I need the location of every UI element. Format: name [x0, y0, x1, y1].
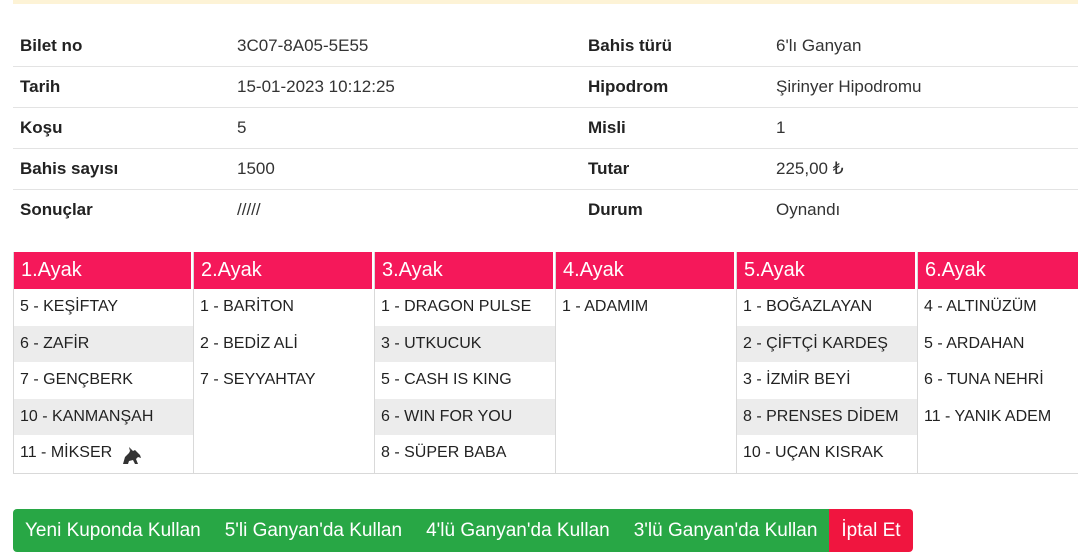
- leg-item: 6 - WIN FOR YOU: [375, 398, 555, 436]
- leg-item: 1 - BARİTON: [200, 298, 294, 315]
- leg-item: 5 - CASH IS KING: [381, 371, 512, 389]
- leg-item: 3 - UTKUCUK: [375, 325, 555, 363]
- leg-item: 8 - SÜPER BABA: [381, 444, 507, 462]
- info-row-ticket-no: Bilet no 3C07-8A05-5E55 Bahis türü 6'lı …: [13, 26, 1078, 67]
- hippodrome-label: Hipodrom: [588, 77, 669, 96]
- ticket-no-label: Bilet no: [20, 36, 83, 55]
- bet-count-label: Bahis sayısı: [20, 159, 119, 178]
- ticket-info-table: Bilet no 3C07-8A05-5E55 Bahis türü 6'lı …: [13, 26, 1078, 230]
- leg-item: 5 - ARDAHAN: [924, 334, 1025, 352]
- leg-item: 7 - SEYYAHTAY: [200, 371, 316, 389]
- info-row-results: Sonuçlar ///// Durum Oynandı: [13, 190, 1078, 230]
- race-value: 5: [237, 118, 247, 137]
- leg-item: 1 - DRAGON PULSE: [381, 298, 532, 315]
- notice-bar: [13, 0, 1078, 4]
- leg-item: 6 - ZAFİR: [14, 325, 193, 363]
- bet-type-label: Bahis türü: [588, 36, 673, 55]
- date-value: 15-01-2023 10:12:25: [237, 77, 395, 96]
- leg-4: 4.Ayak 1 - ADAMIM: [556, 252, 737, 474]
- leg-item: 6 - TUNA NEHRİ: [924, 371, 1044, 389]
- legs-grid: 1.Ayak 5 - KEŞİFTAY 6 - ZAFİR 7 - GENÇBE…: [13, 252, 1078, 474]
- race-label: Koşu: [20, 118, 63, 137]
- leg-item-label: 11 - MİKSER: [20, 444, 113, 462]
- bet-type-value: 6'lı Ganyan: [776, 36, 862, 55]
- amount-label: Tutar: [588, 159, 630, 178]
- leg-item: 10 - UÇAN KISRAK: [743, 444, 884, 462]
- results-value: /////: [237, 200, 261, 219]
- multiplier-label: Misli: [588, 118, 626, 137]
- leg-5: 5.Ayak 1 - BOĞAZLAYAN 2 - ÇİFTÇİ KARDEŞ …: [737, 252, 918, 474]
- horse-icon: [120, 444, 144, 464]
- leg-4-title: 4.Ayak: [556, 252, 736, 289]
- leg-1: 1.Ayak 5 - KEŞİFTAY 6 - ZAFİR 7 - GENÇBE…: [13, 252, 194, 474]
- leg-item: 5 - KEŞİFTAY: [20, 298, 119, 315]
- leg-item: 2 - BEDİZ ALİ: [200, 334, 298, 352]
- use-in-4lu-ganyan-button[interactable]: 4'lü Ganyan'da Kullan: [414, 509, 622, 552]
- results-label: Sonuçlar: [20, 200, 93, 219]
- info-row-bet-count: Bahis sayısı 1500 Tutar 225,00 ₺: [13, 149, 1078, 190]
- leg-1-title: 1.Ayak: [14, 252, 193, 289]
- ticket-no-value: 3C07-8A05-5E55: [237, 36, 369, 55]
- bet-count-value: 1500: [237, 159, 275, 178]
- cancel-button[interactable]: İptal Et: [829, 509, 913, 552]
- hippodrome-value: Şirinyer Hipodromu: [776, 77, 922, 96]
- date-label: Tarih: [20, 77, 61, 96]
- leg-item: 8 - PRENSES DİDEM: [737, 398, 917, 436]
- leg-3-title: 3.Ayak: [375, 252, 555, 289]
- leg-item-with-icon: 11 - MİKSER: [14, 435, 193, 472]
- status-value: Oynandı: [776, 200, 841, 219]
- action-buttons: Yeni Kuponda Kullan 5'li Ganyan'da Kulla…: [13, 509, 913, 552]
- leg-item: 11 - YANIK ADEM: [924, 407, 1052, 425]
- leg-item: 3 - İZMİR BEYİ: [743, 371, 851, 389]
- leg-5-title: 5.Ayak: [737, 252, 917, 289]
- info-row-date: Tarih 15-01-2023 10:12:25 Hipodrom Şirin…: [13, 67, 1078, 108]
- amount-value: 225,00 ₺: [776, 159, 844, 178]
- leg-item: 7 - GENÇBERK: [20, 371, 133, 389]
- multiplier-value: 1: [776, 118, 786, 137]
- leg-item: 4 - ALTINÜZÜM: [924, 298, 1037, 315]
- status-label: Durum: [588, 200, 643, 219]
- use-in-3lu-ganyan-button[interactable]: 3'lü Ganyan'da Kullan: [621, 509, 830, 552]
- use-in-5li-ganyan-button[interactable]: 5'li Ganyan'da Kullan: [212, 509, 415, 552]
- leg-item: 2 - ÇİFTÇİ KARDEŞ: [737, 325, 917, 363]
- leg-6-title: 6.Ayak: [918, 252, 1078, 289]
- leg-2-title: 2.Ayak: [194, 252, 374, 289]
- leg-6: 6.Ayak 4 - ALTINÜZÜM 5 - ARDAHAN 6 - TUN…: [918, 252, 1078, 474]
- leg-item: 1 - ADAMIM: [562, 298, 649, 315]
- use-in-new-coupon-button[interactable]: Yeni Kuponda Kullan: [13, 509, 213, 552]
- leg-item: 1 - BOĞAZLAYAN: [743, 298, 873, 315]
- info-row-race: Koşu 5 Misli 1: [13, 108, 1078, 149]
- leg-item: 10 - KANMANŞAH: [14, 398, 193, 436]
- leg-2: 2.Ayak 1 - BARİTON 2 - BEDİZ ALİ 7 - SEY…: [194, 252, 375, 474]
- leg-3: 3.Ayak 1 - DRAGON PULSE 3 - UTKUCUK 5 - …: [375, 252, 556, 474]
